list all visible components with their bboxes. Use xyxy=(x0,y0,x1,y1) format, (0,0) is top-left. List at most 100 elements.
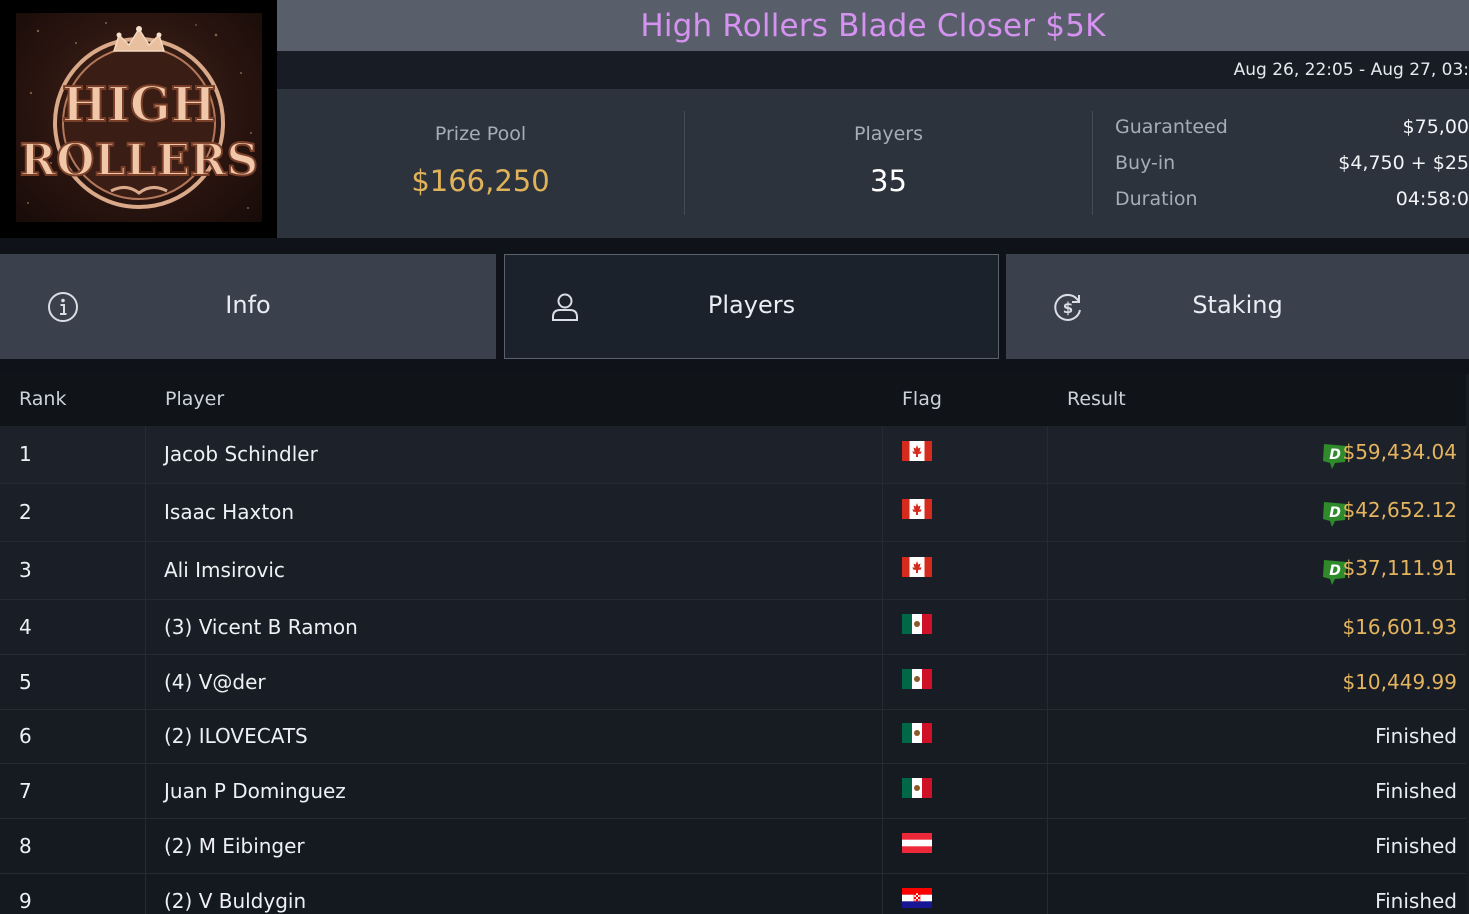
table-row[interactable]: 7 Juan P Dominguez Finished xyxy=(0,764,1466,819)
tab-staking-label: Staking xyxy=(1192,291,1283,319)
buy-in-label: Buy-in xyxy=(1115,152,1176,174)
player-name[interactable]: (2) M Eibinger xyxy=(164,834,305,858)
player-name[interactable]: Jacob Schindler xyxy=(164,442,318,466)
detail-buy-in: Buy-in $4,750 + $25 xyxy=(1115,152,1469,188)
tournament-logo-frame: HIGH ROLLERS xyxy=(0,0,277,238)
flag-cell xyxy=(883,484,1048,541)
flag-cell xyxy=(883,819,1048,873)
player-cell: Isaac Haxton xyxy=(146,484,883,541)
table-row[interactable]: 2 Isaac Haxton D $42,652.12 xyxy=(0,484,1466,542)
d-badge-letter: D xyxy=(1329,563,1341,579)
tab-info[interactable]: Info xyxy=(0,254,496,359)
result-cell: D $59,434.04 xyxy=(1048,426,1466,483)
header-flag[interactable]: Flag xyxy=(902,388,942,410)
rank-cell: 1 xyxy=(0,426,146,483)
flag-cell xyxy=(883,874,1048,914)
guaranteed-value: $75,00 xyxy=(1402,116,1469,138)
result-cell: Finished xyxy=(1048,764,1466,818)
player-name[interactable]: (3) Vicent B Ramon xyxy=(164,615,358,639)
flag-mexico-icon xyxy=(902,778,932,798)
player-cell: Jacob Schindler xyxy=(146,426,883,483)
rank-value: 8 xyxy=(19,834,32,858)
detail-duration: Duration 04:58:0 xyxy=(1115,188,1469,224)
logo-art: HIGH ROLLERS xyxy=(19,22,259,209)
stats-panel: Prize Pool $166,250 Players 35 Guarantee… xyxy=(277,89,1469,238)
rank-value: 2 xyxy=(19,500,32,524)
players-value: 35 xyxy=(870,164,907,198)
prize-pool-label: Prize Pool xyxy=(434,123,527,145)
result-value: $37,111.91 xyxy=(1342,556,1457,580)
tournament-dates: Aug 26, 22:05 - Aug 27, 03: xyxy=(1233,60,1469,80)
player-name[interactable]: Juan P Dominguez xyxy=(164,779,346,803)
flag-cell xyxy=(883,655,1048,709)
header-player[interactable]: Player xyxy=(165,388,224,410)
flag-canada-icon xyxy=(902,441,932,461)
players-label: Players xyxy=(853,123,924,145)
flag-mexico-icon xyxy=(902,723,932,743)
rank-value: 9 xyxy=(19,889,32,913)
table-row[interactable]: 9 (2) V Buldygin Finished xyxy=(0,874,1466,914)
prize-pool-stat: Prize Pool $166,250 xyxy=(277,89,684,238)
table-row[interactable]: 3 Ali Imsirovic D $37,111.91 xyxy=(0,542,1466,600)
result-cell: D $42,652.12 xyxy=(1048,484,1466,541)
result-cell: Finished xyxy=(1048,710,1466,763)
detail-guaranteed: Guaranteed $75,00 xyxy=(1115,116,1469,152)
rank-cell: 9 xyxy=(0,874,146,914)
rank-cell: 5 xyxy=(0,655,146,709)
player-name[interactable]: (2) V Buldygin xyxy=(164,889,306,913)
result-value: Finished xyxy=(1375,834,1457,858)
rank-cell: 2 xyxy=(0,484,146,541)
rank-value: 3 xyxy=(19,558,32,582)
player-name[interactable]: Isaac Haxton xyxy=(164,500,294,524)
guaranteed-label: Guaranteed xyxy=(1115,116,1228,138)
player-cell: Ali Imsirovic xyxy=(146,542,883,599)
rank-value: 6 xyxy=(19,724,32,748)
rank-cell: 4 xyxy=(0,600,146,654)
rank-value: 7 xyxy=(19,779,32,803)
d-badge-letter: D xyxy=(1329,505,1341,521)
rank-cell: 7 xyxy=(0,764,146,818)
logo-text-rollers: ROLLERS xyxy=(20,135,259,186)
rank-cell: 3 xyxy=(0,542,146,599)
flag-cell xyxy=(883,542,1048,599)
date-bar: Aug 26, 22:05 - Aug 27, 03: xyxy=(277,51,1469,89)
player-name[interactable]: Ali Imsirovic xyxy=(164,558,285,582)
tournament-details: Guaranteed $75,00 Buy-in $4,750 + $25 Du… xyxy=(1115,89,1469,238)
result-cell: D $37,111.91 xyxy=(1048,542,1466,599)
players-table: Rank Player Flag Result 1 Jacob Schindler… xyxy=(0,374,1469,914)
tab-info-label: Info xyxy=(225,291,271,319)
table-row[interactable]: 4 (3) Vicent B Ramon $16,601.93 xyxy=(0,600,1466,655)
prize-pool-value: $166,250 xyxy=(411,164,550,198)
title-bar: High Rollers Blade Closer $5K xyxy=(277,0,1469,51)
result-cell: Finished xyxy=(1048,874,1466,914)
table-row[interactable]: 1 Jacob Schindler D $59,434.04 xyxy=(0,426,1466,484)
table-row[interactable]: 5 (4) V@der $10,449.99 xyxy=(0,655,1466,710)
high-rollers-logo: HIGH ROLLERS xyxy=(16,13,262,222)
result-value: $16,601.93 xyxy=(1342,615,1457,639)
player-name[interactable]: (2) ILOVECATS xyxy=(164,724,308,748)
player-cell: (4) V@der xyxy=(146,655,883,709)
flag-croatia-icon xyxy=(902,888,932,908)
flag-cell xyxy=(883,710,1048,763)
player-cell: (3) Vicent B Ramon xyxy=(146,600,883,654)
logo-text-high: HIGH xyxy=(62,77,216,133)
table-row[interactable]: 6 (2) ILOVECATS Finished xyxy=(0,710,1466,764)
result-cell: $10,449.99 xyxy=(1048,655,1466,709)
rank-cell: 6 xyxy=(0,710,146,763)
rank-value: 5 xyxy=(19,670,32,694)
header-result[interactable]: Result xyxy=(1067,388,1126,410)
header-rank[interactable]: Rank xyxy=(19,388,66,410)
rank-value: 4 xyxy=(19,615,32,639)
flag-cell xyxy=(883,764,1048,818)
result-cell: Finished xyxy=(1048,819,1466,873)
player-cell: Juan P Dominguez xyxy=(146,764,883,818)
table-row[interactable]: 8 (2) M Eibinger Finished xyxy=(0,819,1466,874)
flag-mexico-icon xyxy=(902,614,932,634)
player-cell: (2) ILOVECATS xyxy=(146,710,883,763)
flag-cell xyxy=(883,600,1048,654)
player-name[interactable]: (4) V@der xyxy=(164,670,266,694)
tab-players[interactable]: Players xyxy=(504,254,999,359)
tab-staking[interactable]: $ Staking xyxy=(1006,254,1469,359)
d-badge-letter: D xyxy=(1329,447,1341,463)
result-value: $42,652.12 xyxy=(1342,498,1457,522)
